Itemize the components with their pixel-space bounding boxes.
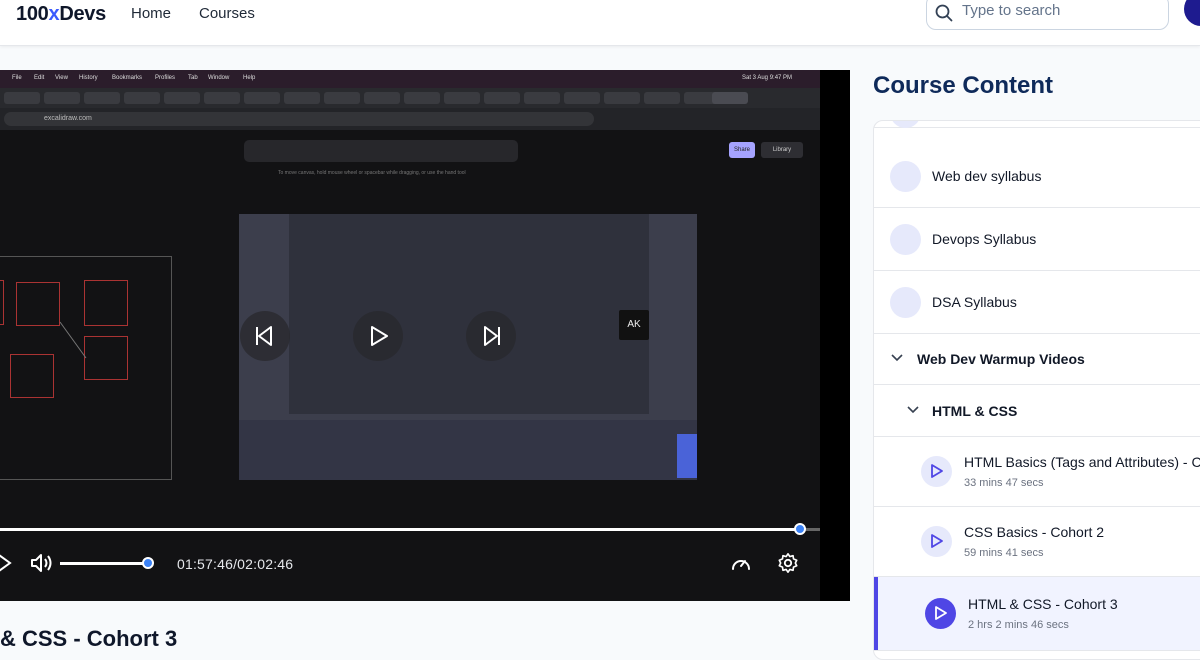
course-content-title: Course Content [873, 72, 1053, 99]
search-box [926, 0, 1169, 30]
item-dot [890, 121, 921, 128]
item-dot [890, 161, 921, 192]
play-circle [921, 456, 952, 487]
recorded-menu-bar: File Edit View History Bookmarks Profile… [0, 70, 820, 88]
nav-link-home[interactable]: Home [131, 5, 171, 22]
video-item-active[interactable]: HTML & CSS - Cohort 3 2 hrs 2 mins 46 se… [874, 577, 1200, 651]
progress-fill [0, 528, 800, 531]
volume-handle[interactable] [142, 557, 154, 569]
seek-back-button[interactable] [240, 311, 290, 361]
seek-forward-button[interactable] [466, 311, 516, 361]
recorded-avatar: AK [619, 310, 649, 340]
recorded-tabs-bar [0, 88, 820, 108]
play-icon [935, 606, 947, 620]
list-item[interactable]: Web dev syllabus [874, 145, 1200, 208]
chevron-down-icon [907, 406, 919, 414]
list-item[interactable]: DSA Syllabus [874, 271, 1200, 334]
list-item-partial[interactable] [874, 121, 1200, 128]
skip-back-icon [256, 326, 272, 346]
playback-speed-icon[interactable] [730, 553, 752, 573]
video-item[interactable]: CSS Basics - Cohort 2 59 mins 41 secs [874, 507, 1200, 577]
video-player[interactable]: File Edit View History Bookmarks Profile… [0, 70, 850, 601]
recorded-share-button: Share [729, 142, 755, 158]
logo[interactable]: 100xDevs [16, 3, 106, 26]
item-dot [890, 287, 921, 318]
time-display: 01:57:46/02:02:46 [177, 556, 294, 572]
nav-link-courses[interactable]: Courses [199, 5, 255, 22]
lesson-title: & CSS - Cohort 3 [0, 626, 178, 651]
play-circle [921, 526, 952, 557]
active-indicator [874, 577, 878, 650]
play-button[interactable] [353, 311, 403, 361]
recorded-toolbar [244, 140, 518, 162]
volume-icon[interactable] [30, 553, 54, 573]
course-content-panel: Web dev syllabus Devops Syllabus DSA Syl… [873, 120, 1200, 660]
chevron-down-icon [891, 354, 903, 362]
play-icon [931, 464, 943, 478]
skip-forward-icon [484, 326, 500, 346]
top-nav: 100xDevs Home Courses [0, 0, 1200, 46]
folder-html-css[interactable]: HTML & CSS [874, 385, 1200, 437]
item-dot [890, 224, 921, 255]
progress-handle[interactable] [794, 523, 806, 535]
volume-slider[interactable] [60, 562, 148, 565]
player-side-bar [820, 70, 850, 601]
play-icon [931, 534, 943, 548]
play-small-icon[interactable] [0, 554, 12, 572]
recorded-hint: To move canvas, hold mouse wheel or spac… [278, 170, 466, 176]
search-input[interactable] [962, 2, 1162, 19]
video-item[interactable]: HTML Basics (Tags and Attributes) - Coho… [874, 437, 1200, 507]
recorded-library-button: Library [761, 142, 803, 158]
avatar[interactable] [1184, 0, 1200, 26]
play-icon [371, 326, 388, 346]
settings-gear-icon[interactable] [777, 552, 799, 574]
search-icon [935, 4, 953, 22]
list-item[interactable]: Devops Syllabus [874, 208, 1200, 271]
play-circle-active [925, 598, 956, 629]
recorded-url-bar: excalidraw.com [0, 108, 820, 130]
folder-web-dev-warmup[interactable]: Web Dev Warmup Videos [874, 334, 1200, 385]
